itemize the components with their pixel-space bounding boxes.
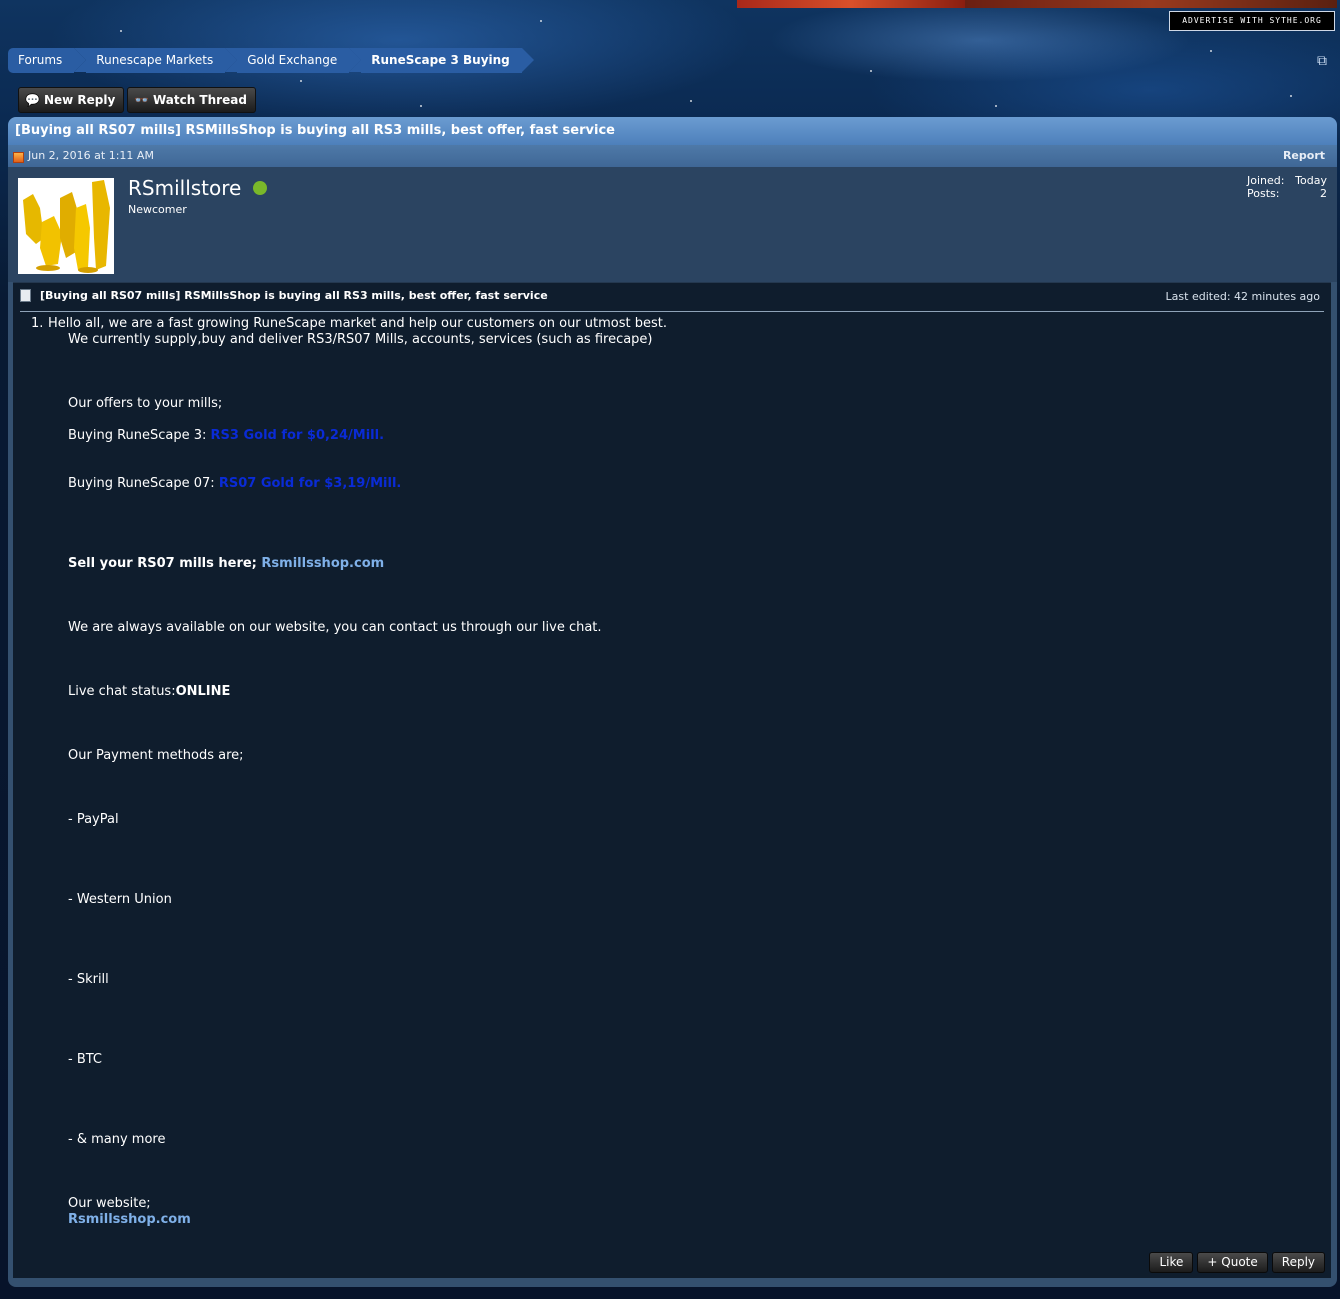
binoculars-icon: 👓 <box>134 93 149 107</box>
payment-method-item: - & many more <box>68 1132 166 1147</box>
payment-method-item: - Skrill <box>68 972 109 987</box>
payment-method-item: - PayPal <box>68 812 119 827</box>
expand-icon[interactable]: ⧉ <box>1317 54 1331 68</box>
last-edited: Last edited: 42 minutes ago <box>1165 290 1320 303</box>
joined-value: Today <box>1295 174 1327 187</box>
message-title: [Buying all RS07 mills] RSMillsShop is b… <box>40 289 548 302</box>
breadcrumb-runescape-markets[interactable]: Runescape Markets <box>74 48 238 73</box>
breadcrumb-forums[interactable]: Forums <box>8 48 87 73</box>
user-title: Newcomer <box>128 203 187 216</box>
watch-thread-label: Watch Thread <box>152 93 247 107</box>
posts-label: Posts: <box>1247 187 1280 200</box>
live-chat-status: ONLINE <box>175 684 231 699</box>
star-decoration <box>690 100 692 102</box>
star-decoration <box>870 70 872 72</box>
payment-method-item: - Western Union <box>68 892 172 907</box>
user-info: RSmillstore Newcomer Joined: Today Posts… <box>8 167 1337 282</box>
breadcrumb-runescape-3-buying[interactable]: RuneScape 3 Buying <box>349 48 534 73</box>
document-icon <box>20 289 31 302</box>
watch-thread-button[interactable]: 👓 Watch Thread <box>127 87 256 113</box>
banner-ad-image[interactable] <box>965 0 1337 8</box>
quote-button[interactable]: + Quote <box>1197 1252 1268 1273</box>
gold-coins-avatar-icon <box>18 178 114 274</box>
advertise-link[interactable]: Advertise with Sythe.org <box>1169 11 1335 31</box>
message-actions: Like + Quote Reply <box>1149 1252 1325 1273</box>
payment-heading: Our Payment methods are; <box>68 748 244 763</box>
rs3-label: Buying RuneScape 3: <box>68 428 211 443</box>
website-label: Our website; <box>68 1196 151 1211</box>
sell-website-link[interactable]: Rsmillsshop.com <box>261 556 384 571</box>
list-number: 1. <box>31 316 44 331</box>
post-header: Jun 2, 2016 at 1:11 AM Report <box>8 145 1337 167</box>
like-button[interactable]: Like <box>1149 1252 1194 1273</box>
posts-value: 2 <box>1320 187 1327 200</box>
post: Jun 2, 2016 at 1:11 AM Report RSmillstor… <box>8 145 1337 1287</box>
star-decoration <box>1210 50 1212 52</box>
rs07-offer-line: Buying RuneScape 07: RS07 Gold for $3,19… <box>68 476 401 492</box>
intro-line-1: Hello all, we are a fast growing RuneSca… <box>48 316 667 331</box>
online-status-icon <box>253 181 267 195</box>
live-chat-line: Live chat status:ONLINE <box>68 684 230 700</box>
speech-bubble-icon: 💬 <box>25 93 40 107</box>
offers-heading: Our offers to your mills; <box>68 396 223 411</box>
message-content: [Buying all RS07 mills] RSMillsShop is b… <box>13 282 1331 1278</box>
avatar[interactable] <box>18 178 114 274</box>
star-decoration <box>540 20 542 22</box>
post-status-icon <box>13 152 24 163</box>
star-decoration <box>420 105 422 107</box>
availability-text: We are always available on our website, … <box>68 620 602 635</box>
message-line: 1. Hello all, we are a fast growing Rune… <box>31 316 667 332</box>
intro-line-2: We currently supply,buy and deliver RS3/… <box>68 332 653 347</box>
user-stats: Joined: Today Posts: 2 <box>1247 174 1327 200</box>
star-decoration <box>1290 95 1292 97</box>
new-reply-label: New Reply <box>43 93 116 107</box>
message-header: [Buying all RS07 mills] RSMillsShop is b… <box>20 287 1324 312</box>
rs3-offer-line: Buying RuneScape 3: RS3 Gold for $0,24/M… <box>68 428 384 444</box>
new-reply-button[interactable]: 💬 New Reply <box>18 87 125 113</box>
rs3-price-link[interactable]: RS3 Gold for $0,24/Mill. <box>211 428 384 443</box>
sell-label: Sell your RS07 mills here; <box>68 556 262 571</box>
breadcrumb-gold-exchange[interactable]: Gold Exchange <box>225 48 362 73</box>
live-chat-label: Live chat status: <box>68 684 176 699</box>
thread-title: [Buying all RS07 mills] RSMillsShop is b… <box>8 117 1337 145</box>
rs07-label: Buying RuneScape 07: <box>68 476 219 491</box>
star-decoration <box>995 105 997 107</box>
website-link[interactable]: Rsmillsshop.com <box>68 1212 191 1228</box>
username-link[interactable]: RSmillstore <box>128 176 241 200</box>
sell-line: Sell your RS07 mills here; Rsmillsshop.c… <box>68 556 384 572</box>
banner-ad-image[interactable] <box>737 0 965 8</box>
rs07-price-link[interactable]: RS07 Gold for $3,19/Mill. <box>219 476 402 491</box>
post-date: Jun 2, 2016 at 1:11 AM <box>28 149 154 162</box>
reply-button[interactable]: Reply <box>1271 1252 1325 1273</box>
joined-label: Joined: <box>1247 174 1285 187</box>
star-decoration <box>120 30 122 32</box>
star-decoration <box>300 80 302 82</box>
report-link[interactable]: Report <box>1283 145 1325 167</box>
breadcrumb: Forums Runescape Markets Gold Exchange R… <box>8 48 534 73</box>
payment-method-item: - BTC <box>68 1052 102 1067</box>
